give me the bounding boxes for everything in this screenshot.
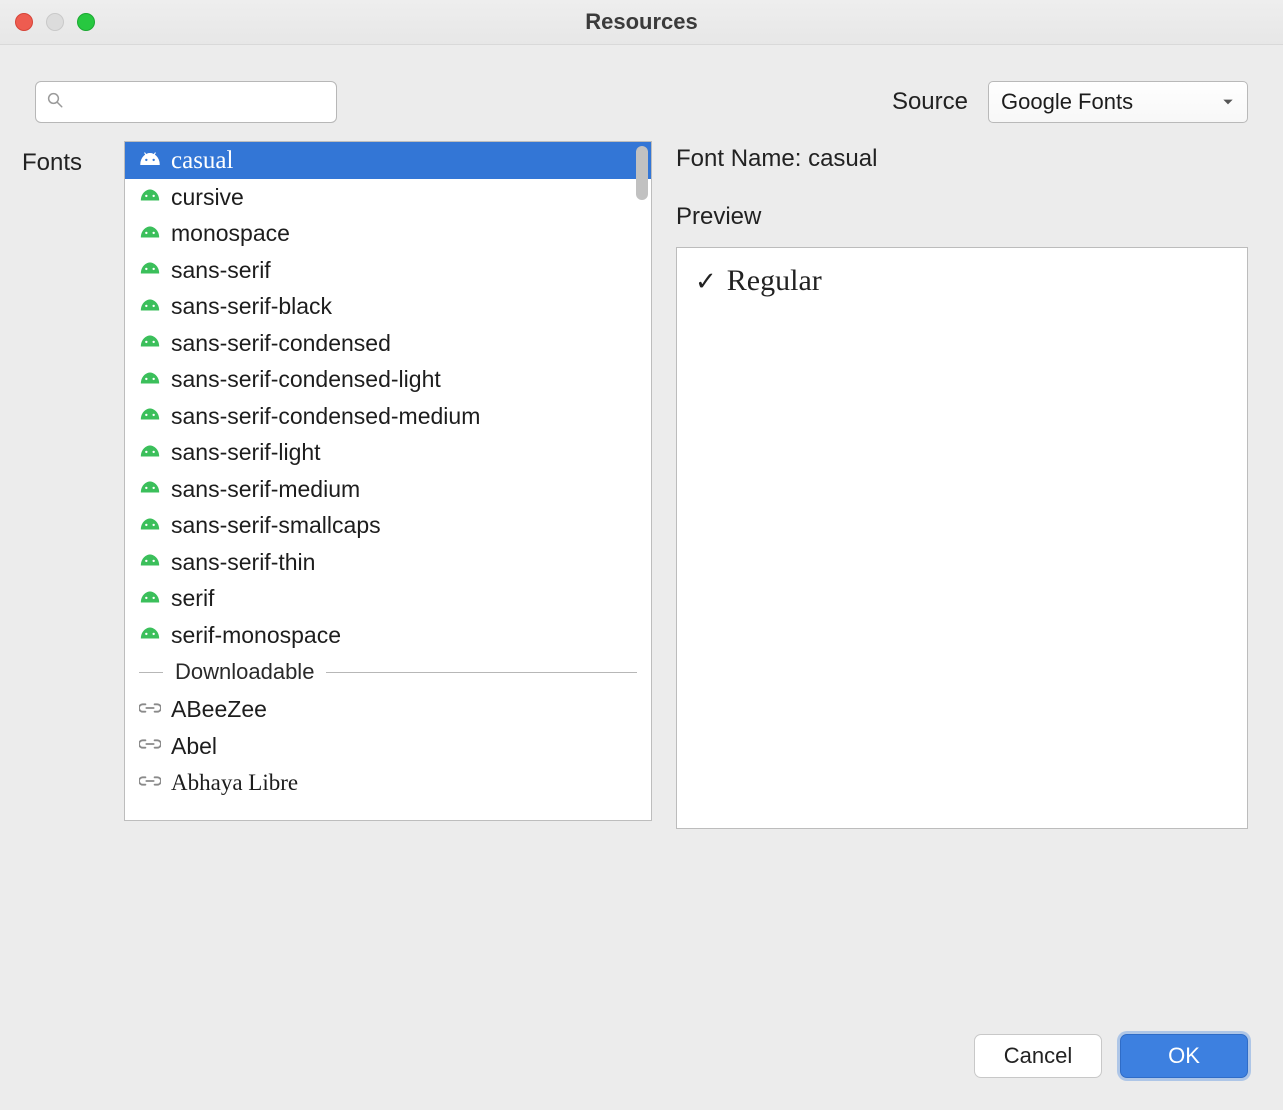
list-item[interactable]: monospace — [125, 215, 651, 252]
android-icon — [139, 295, 161, 318]
chevron-down-icon — [1221, 89, 1235, 115]
font-name-row: Font Name: casual — [676, 145, 1248, 173]
source-select-value: Google Fonts — [1001, 89, 1133, 115]
android-icon — [139, 185, 161, 208]
list-item[interactable]: sans-serif-light — [125, 434, 651, 471]
android-icon — [139, 258, 161, 281]
fonts-section-label: Fonts — [20, 141, 100, 829]
list-item-label: Abel — [171, 734, 217, 758]
list-item-label: sans-serif-condensed-light — [171, 367, 441, 391]
list-item-label: sans-serif-medium — [171, 477, 360, 501]
ok-button[interactable]: OK — [1120, 1034, 1248, 1078]
android-icon — [139, 587, 161, 610]
group-header-label: Downloadable — [175, 659, 314, 685]
android-icon — [139, 222, 161, 245]
list-item-label: casual — [171, 147, 233, 173]
cancel-button[interactable]: Cancel — [974, 1034, 1102, 1078]
toolbar: Source Google Fonts — [0, 45, 1283, 141]
list-item-label: ABeeZee — [171, 697, 267, 721]
list-item-label: Abhaya Libre — [171, 770, 298, 794]
content: Fonts casual cursive monospace sa — [0, 141, 1283, 829]
list-item-label: sans-serif-light — [171, 440, 321, 464]
android-icon — [139, 441, 161, 464]
list-item[interactable]: cursive — [125, 179, 651, 216]
window-controls — [15, 13, 95, 31]
list-item[interactable]: sans-serif-thin — [125, 544, 651, 581]
maximize-icon[interactable] — [77, 13, 95, 31]
android-icon — [139, 404, 161, 427]
list-item[interactable]: sans-serif-condensed-light — [125, 361, 651, 398]
list-item[interactable]: ABeeZee — [125, 691, 651, 728]
preview-label: Preview — [676, 203, 1248, 231]
android-icon — [139, 148, 161, 173]
list-item[interactable]: Abel — [125, 728, 651, 765]
list-item[interactable]: casual — [125, 142, 651, 179]
close-icon[interactable] — [15, 13, 33, 31]
details-pane: Font Name: casual Preview ✓ Regular — [676, 141, 1248, 829]
window-titlebar: Resources — [0, 0, 1283, 45]
preview-variant-row[interactable]: ✓ Regular — [695, 264, 1229, 298]
list-item-label: sans-serif-thin — [171, 550, 315, 574]
list-item-label: sans-serif — [171, 258, 271, 282]
android-icon — [139, 514, 161, 537]
list-item[interactable]: sans-serif — [125, 252, 651, 289]
list-item[interactable]: sans-serif-condensed — [125, 325, 651, 362]
window-title: Resources — [0, 9, 1283, 35]
link-icon — [139, 771, 161, 794]
list-item-label: serif-monospace — [171, 623, 341, 647]
list-item-label: sans-serif-condensed-medium — [171, 404, 480, 428]
link-icon — [139, 734, 161, 757]
search-icon — [46, 89, 64, 115]
scrollbar-thumb[interactable] — [636, 146, 648, 200]
search-input[interactable] — [72, 90, 326, 115]
list-item[interactable]: serif — [125, 580, 651, 617]
dialog-buttons: Cancel OK — [974, 1034, 1248, 1078]
android-icon — [139, 550, 161, 573]
font-name-label: Font Name: — [676, 145, 801, 172]
list-item[interactable]: Abhaya Libre — [125, 764, 651, 801]
list-item-label: sans-serif-smallcaps — [171, 513, 381, 537]
source-label: Source — [892, 88, 968, 116]
group-header-downloadable: Downloadable — [125, 653, 651, 691]
android-icon — [139, 477, 161, 500]
list-item-label: serif — [171, 586, 214, 610]
preview-variant-label: Regular — [727, 264, 822, 298]
android-icon — [139, 331, 161, 354]
search-box[interactable] — [35, 81, 337, 123]
list-item-label: monospace — [171, 221, 290, 245]
list-item-label: cursive — [171, 185, 244, 209]
preview-box: ✓ Regular — [676, 247, 1248, 829]
minimize-icon — [46, 13, 64, 31]
list-item[interactable]: sans-serif-condensed-medium — [125, 398, 651, 435]
list-item-label: sans-serif-black — [171, 294, 332, 318]
list-item[interactable]: sans-serif-black — [125, 288, 651, 325]
link-icon — [139, 698, 161, 721]
android-icon — [139, 368, 161, 391]
source-select[interactable]: Google Fonts — [988, 81, 1248, 123]
list-item[interactable]: serif-monospace — [125, 617, 651, 654]
list-item[interactable]: sans-serif-medium — [125, 471, 651, 508]
font-list[interactable]: casual cursive monospace sans-serif sans… — [124, 141, 652, 821]
checkmark-icon: ✓ — [695, 266, 717, 297]
list-item[interactable]: sans-serif-smallcaps — [125, 507, 651, 544]
list-item-label: sans-serif-condensed — [171, 331, 391, 355]
android-icon — [139, 623, 161, 646]
font-name-value: casual — [808, 145, 877, 172]
